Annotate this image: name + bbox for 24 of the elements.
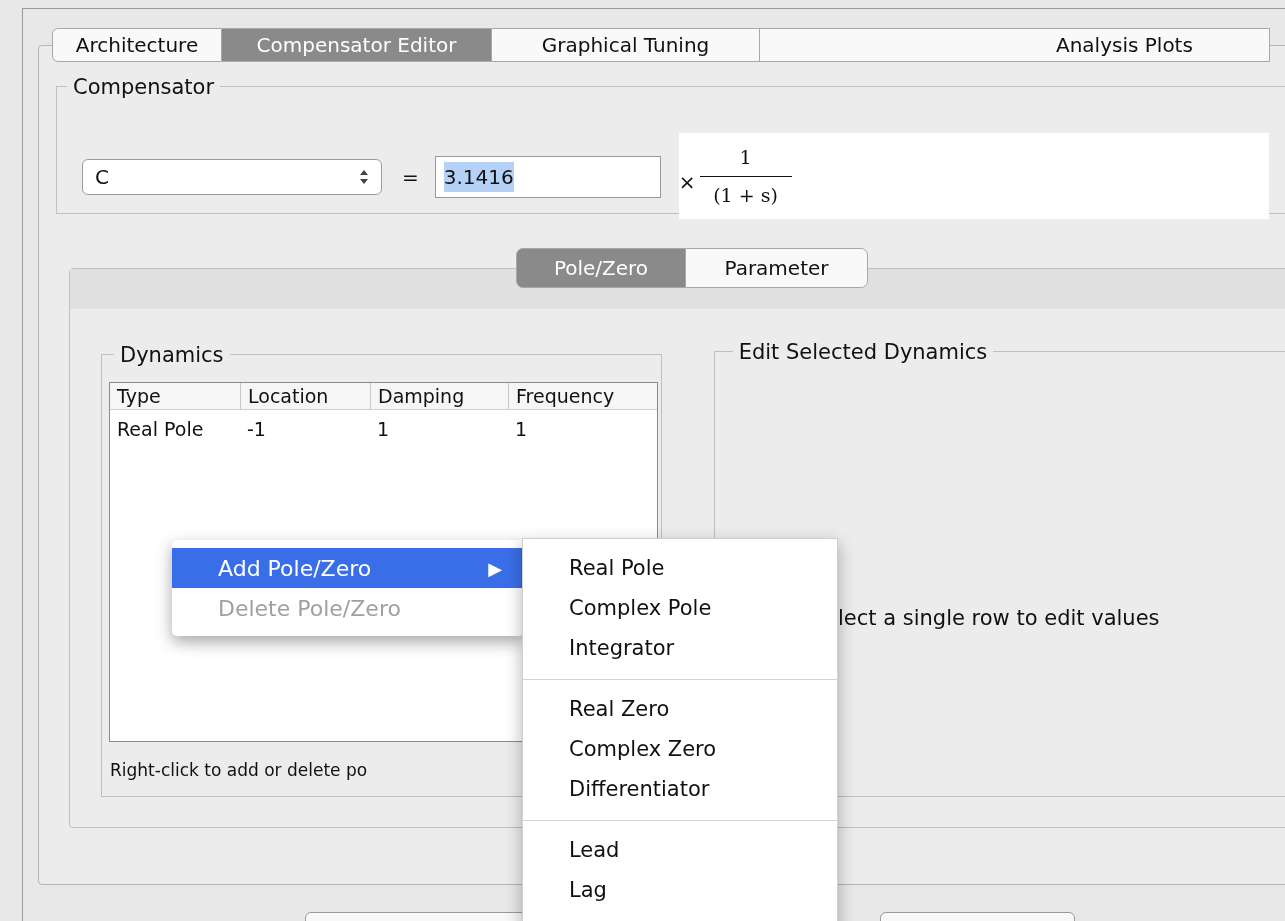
times-sign: × xyxy=(678,169,696,196)
column-header[interactable]: Location xyxy=(240,383,370,409)
segment-tab[interactable]: Parameter xyxy=(685,248,868,288)
tab[interactable]: Graphical Tuning xyxy=(492,28,760,62)
tab[interactable]: Architecture xyxy=(52,28,222,62)
column-header[interactable]: Frequency xyxy=(508,383,648,409)
table-cell-text: 1 xyxy=(514,416,529,442)
column-header[interactable]: Damping xyxy=(370,383,508,409)
stepper-arrows-icon xyxy=(359,169,369,185)
column-header[interactable]: Type xyxy=(110,383,240,409)
menu-item[interactable]: Lead xyxy=(523,831,837,871)
hint-text: Right-click to add or delete po xyxy=(110,760,368,780)
gain-field[interactable]: 3.1416 xyxy=(434,156,661,198)
menu-item[interactable]: Add Pole/Zero ▶ xyxy=(172,548,524,588)
equals-sign: = xyxy=(402,164,419,191)
menu-item[interactable]: Differentiator xyxy=(523,770,837,810)
table-cell-text: -1 xyxy=(246,416,267,442)
compensator-dropdown[interactable]: C xyxy=(82,159,382,195)
message-text: lect a single row to edit values xyxy=(838,605,1160,632)
transfer-function: 1 (1 + s) xyxy=(699,143,792,209)
menu-item[interactable]: Lag xyxy=(523,871,837,911)
table-cell-text: Real Pole xyxy=(116,416,205,442)
table-cell-text: 1 xyxy=(376,416,391,442)
tab[interactable]: Analysis Plots xyxy=(760,28,1270,62)
